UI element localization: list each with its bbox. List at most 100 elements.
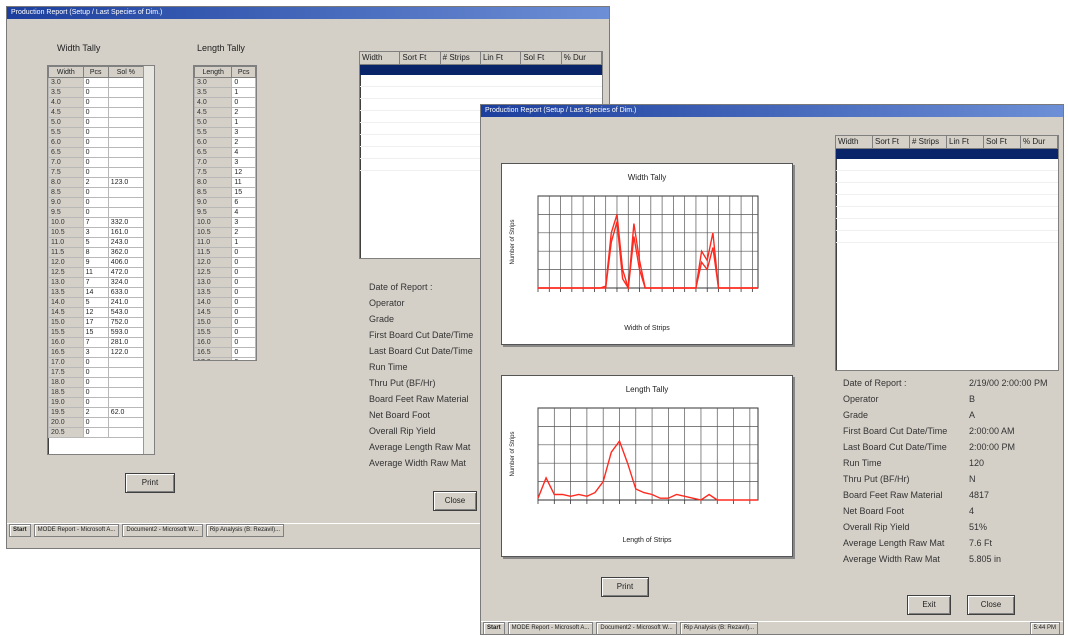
listview-column-header[interactable]: % Dur — [562, 52, 602, 64]
table-row[interactable]: 14.5 0 — [194, 307, 256, 318]
table-row[interactable]: 19.5 2 62.0 — [48, 407, 145, 418]
width-tally-scrollbar[interactable] — [143, 66, 154, 454]
list-item[interactable] — [836, 183, 1058, 195]
table-row[interactable]: 13.0 0 — [194, 277, 256, 288]
front-close-button[interactable]: Close — [967, 595, 1015, 615]
table-row[interactable]: 6.5 4 — [194, 147, 256, 158]
table-row[interactable]: 20.0 0 — [48, 417, 145, 428]
listview-column-header[interactable]: Sort Ft — [873, 136, 910, 148]
back-taskbar-item[interactable]: Document2 - Microsoft W... — [122, 524, 203, 537]
table-row[interactable]: 15.0 17 752.0 — [48, 317, 145, 328]
list-item[interactable] — [836, 195, 1058, 207]
table-row[interactable]: 8.5 15 — [194, 187, 256, 198]
table-row[interactable]: 16.0 0 — [194, 337, 256, 348]
table-row[interactable]: 7.5 0 — [48, 167, 145, 178]
grid-column-header[interactable]: Length — [194, 66, 233, 78]
table-row[interactable]: 3.5 0 — [48, 87, 145, 98]
back-close-button[interactable]: Close — [433, 491, 477, 511]
list-item[interactable] — [836, 219, 1058, 231]
table-row[interactable]: 3.0 0 — [48, 77, 145, 88]
table-row[interactable]: 8.0 2 123.0 — [48, 177, 145, 188]
front-start-button[interactable]: Start — [483, 622, 505, 634]
table-row[interactable]: 11.0 1 — [194, 237, 256, 248]
list-item[interactable] — [360, 87, 602, 99]
table-row[interactable]: 6.0 2 — [194, 137, 256, 148]
table-row[interactable]: 17.00 — [48, 357, 145, 368]
list-item[interactable] — [836, 159, 1058, 171]
table-row[interactable]: 20.5 0 — [48, 427, 145, 438]
listview-column-header[interactable]: # Strips — [910, 136, 947, 148]
table-row[interactable]: 8.5 0 — [48, 187, 145, 198]
grid-column-header[interactable]: Pcs — [82, 66, 109, 78]
table-row[interactable]: 10.0 7 332.0 — [48, 217, 145, 228]
listview-column-header[interactable]: Sort Ft — [400, 52, 441, 64]
front-exit-button[interactable]: Exit — [907, 595, 951, 615]
table-row[interactable]: 15.0 0 — [194, 317, 256, 328]
table-row[interactable]: 15.5 15 593.0 — [48, 327, 145, 338]
table-row[interactable]: 6.0 0 — [48, 137, 145, 148]
table-row[interactable]: 3.5 1 — [194, 87, 256, 98]
table-row[interactable]: 7.0 0 — [48, 157, 145, 168]
back-listview-selected-row[interactable] — [360, 65, 602, 75]
table-row[interactable]: 12.5 11 472.0 — [48, 267, 145, 278]
table-row[interactable]: 18.5 0 — [48, 387, 145, 398]
table-row[interactable]: 15.5 0 — [194, 327, 256, 338]
table-row[interactable]: 14.5 12 543.0 — [48, 307, 145, 318]
table-row[interactable]: 5.0 1 — [194, 117, 256, 128]
table-row[interactable]: 7.0 3 — [194, 157, 256, 168]
table-row[interactable]: 11.0 5 243.0 — [48, 237, 145, 248]
front-summary-listview[interactable]: Width Sort Ft # Strips Lin Ft Sol Ft% Dur — [835, 135, 1059, 371]
table-row[interactable]: 13.0 7 324.0 — [48, 277, 145, 288]
listview-column-header[interactable]: Width — [836, 136, 873, 148]
table-row[interactable]: 16.0 7 281.0 — [48, 337, 145, 348]
listview-column-header[interactable]: % Dur — [1021, 136, 1058, 148]
listview-column-header[interactable]: Lin Ft — [481, 52, 522, 64]
table-row[interactable]: 13.5 0 — [194, 287, 256, 298]
listview-column-header[interactable]: Sol Ft — [984, 136, 1021, 148]
table-row[interactable]: 4.0 0 — [194, 97, 256, 108]
listview-column-header[interactable]: Sol Ft — [521, 52, 562, 64]
table-row[interactable]: 13.5 14 633.0 — [48, 287, 145, 298]
grid-column-header[interactable]: Pcs — [231, 66, 256, 78]
table-row[interactable]: 16.5 3 122.0 — [48, 347, 145, 358]
listview-column-header[interactable]: # Strips — [441, 52, 481, 64]
table-row[interactable]: 11.5 0 — [194, 247, 256, 258]
length-tally-grid[interactable]: Length Pcs 3.0 0 3.5 1 4.0 0 4.5 2 5.0 1 5.5 3 6.0 2 6.… — [193, 65, 257, 361]
table-row[interactable]: 6.5 0 — [48, 147, 145, 158]
table-row[interactable]: 9.0 0 — [48, 197, 145, 208]
table-row[interactable]: 9.5 0 — [48, 207, 145, 218]
table-row[interactable]: 7.5 12 — [194, 167, 256, 178]
table-row[interactable]: 4.5 0 — [48, 107, 145, 118]
table-row[interactable]: 9.0 6 — [194, 197, 256, 208]
front-taskbar-item[interactable]: Document2 - Microsoft W... — [596, 622, 677, 634]
table-row[interactable]: 18.0 0 — [48, 377, 145, 388]
front-listview-selected-row[interactable] — [836, 149, 1058, 159]
table-row[interactable]: 12.0 0 — [194, 257, 256, 268]
listview-column-header[interactable]: Width — [360, 52, 401, 64]
list-item[interactable] — [836, 231, 1058, 243]
table-row[interactable]: 10.5 3 161.0 — [48, 227, 145, 238]
table-row[interactable]: 10.5 2 — [194, 227, 256, 238]
list-item[interactable] — [360, 75, 602, 87]
table-row[interactable]: 12.0 9 406.0 — [48, 257, 145, 268]
table-row[interactable]: 14.0 5 241.0 — [48, 297, 145, 308]
grid-column-header[interactable]: Sol % — [107, 66, 145, 78]
table-row[interactable]: 17.00 — [194, 357, 256, 360]
back-print-button[interactable]: Print — [125, 473, 175, 493]
list-item[interactable] — [836, 207, 1058, 219]
back-start-button[interactable]: Start — [9, 524, 31, 537]
table-row[interactable]: 5.5 3 — [194, 127, 256, 138]
front-taskbar-item[interactable]: MODE Report - Microsoft A... — [507, 622, 594, 634]
table-row[interactable]: 5.0 0 — [48, 117, 145, 128]
table-row[interactable]: 10.0 3 — [194, 217, 256, 228]
front-print-button[interactable]: Print — [601, 577, 649, 597]
table-row[interactable]: 4.5 2 — [194, 107, 256, 118]
table-row[interactable]: 11.5 8 362.0 — [48, 247, 145, 258]
table-row[interactable]: 12.5 0 — [194, 267, 256, 278]
width-tally-grid[interactable]: Width Pcs Sol % 3.0 0 3.5 0 4.0 0 4.5 0 5.0 0 5.5 0 6.… — [47, 65, 155, 455]
table-row[interactable]: 9.5 4 — [194, 207, 256, 218]
table-row[interactable]: 16.5 0 — [194, 347, 256, 358]
back-taskbar-item[interactable]: MODE Report - Microsoft A... — [33, 524, 120, 537]
table-row[interactable]: 19.0 0 — [48, 397, 145, 408]
back-taskbar-item[interactable]: Rip Analysis (B: Rezavil)... — [205, 524, 285, 537]
